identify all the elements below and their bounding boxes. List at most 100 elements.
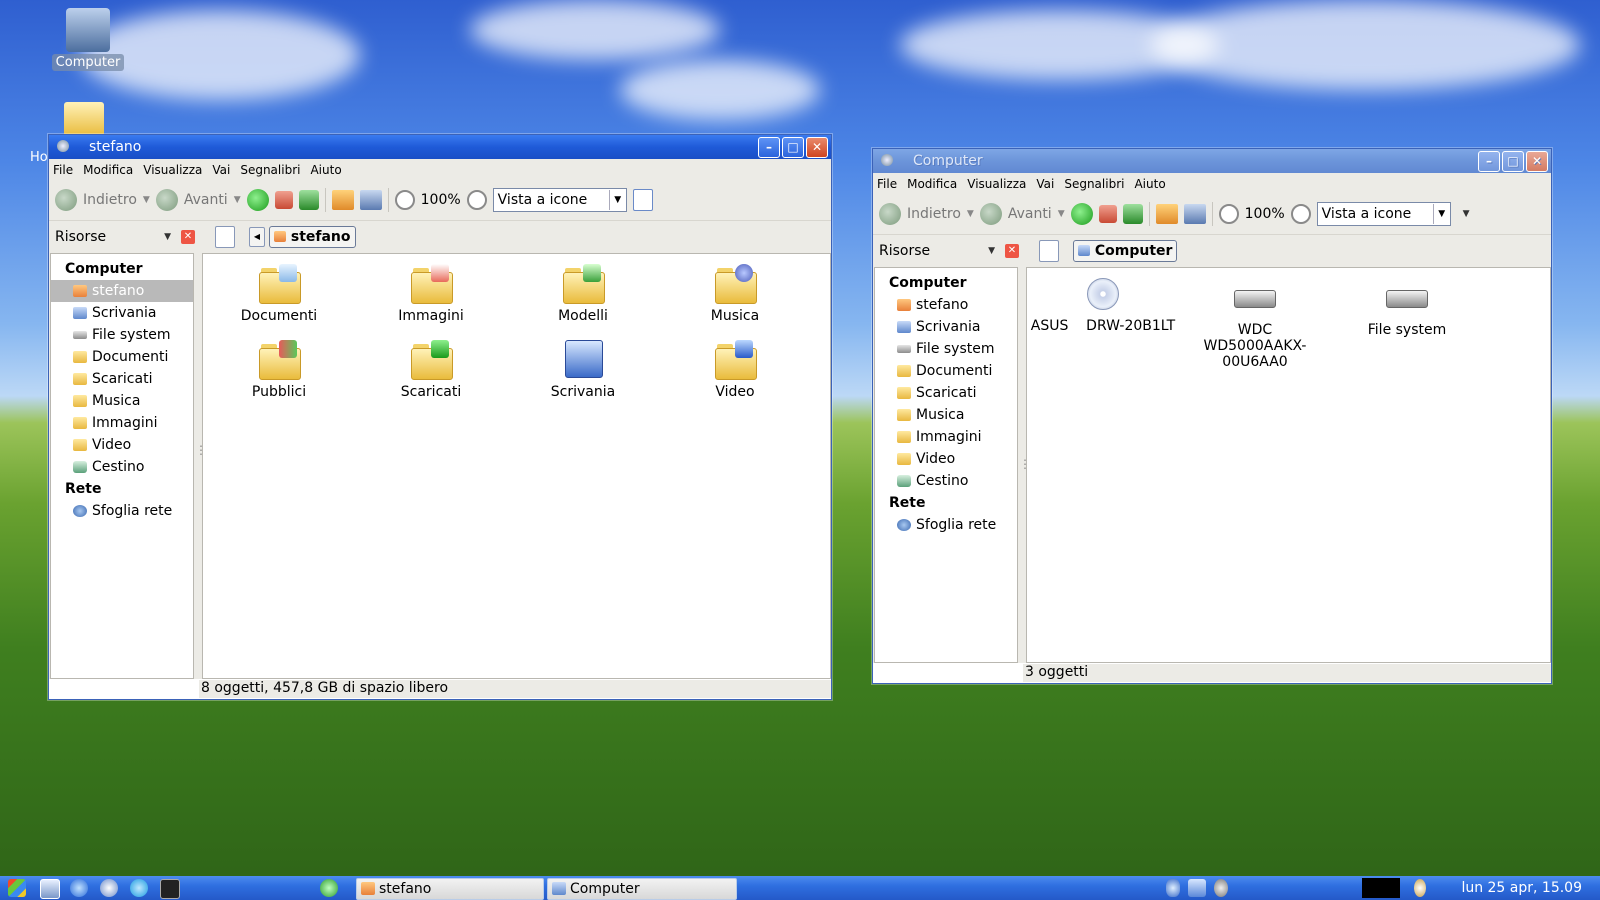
stop-icon[interactable] (1098, 205, 1117, 223)
folder-item-pubblici[interactable]: Pubblici (203, 338, 355, 400)
menu-modifica[interactable]: Modifica (907, 177, 957, 191)
zoom-out-icon[interactable] (394, 190, 415, 210)
reload-icon[interactable] (1122, 204, 1143, 224)
sidebar-item-file-system[interactable]: File system (51, 324, 193, 346)
path-button-stefano[interactable]: stefano (269, 226, 356, 248)
menu-aiuto[interactable]: Aiuto (310, 163, 341, 177)
maximize-button[interactable]: □ (1502, 151, 1524, 172)
minimize-button[interactable]: – (1478, 151, 1500, 172)
minimize-button[interactable]: – (758, 137, 780, 158)
desktop-icon-computer[interactable]: Computer (48, 8, 128, 71)
menu-segnalibri[interactable]: Segnalibri (240, 163, 300, 177)
computer-icon[interactable] (1183, 204, 1206, 224)
pane-splitter[interactable] (1018, 267, 1031, 663)
sidebar-item-musica[interactable]: Musica (51, 390, 193, 412)
pane-splitter[interactable] (194, 253, 207, 679)
skype-icon[interactable] (130, 879, 148, 897)
sidebar-item-documenti[interactable]: Documenti (875, 360, 1017, 382)
close-sidebar-icon[interactable]: ✕ (181, 230, 195, 244)
sidebar-item-scrivania[interactable]: Scrivania (875, 316, 1017, 338)
back-button[interactable]: Indietro (907, 206, 961, 222)
zoom-level[interactable]: 100% (421, 192, 461, 208)
folder-item-musica[interactable]: Musica (659, 262, 811, 324)
toggle-location-entry-icon[interactable] (215, 226, 235, 248)
maximize-button[interactable]: □ (782, 137, 804, 158)
browser-icon[interactable] (70, 879, 88, 897)
volume-icon[interactable] (1214, 879, 1228, 897)
back-arrow-icon[interactable] (55, 189, 77, 211)
up-arrow-icon[interactable] (246, 189, 269, 211)
menu-segnalibri[interactable]: Segnalibri (1064, 177, 1124, 191)
sidebar-item-stefano[interactable]: stefano (875, 294, 1017, 316)
menu-vai[interactable]: Vai (1036, 177, 1054, 191)
folder-item-scaricati[interactable]: Scaricati (355, 338, 507, 400)
close-button[interactable]: ✕ (806, 137, 828, 158)
folder-item-modelli[interactable]: Modelli (507, 262, 659, 324)
drive-item-file-system[interactable]: File system (1331, 276, 1483, 370)
close-sidebar-icon[interactable]: ✕ (1005, 244, 1019, 258)
system-monitor-graph[interactable] (1362, 878, 1400, 898)
sidebar-item-cestino[interactable]: Cestino (51, 456, 193, 478)
messenger-icon[interactable] (100, 879, 118, 897)
folder-item-immagini[interactable]: Immagini (355, 262, 507, 324)
sidebar-type-select[interactable]: Risorse ▼ ✕ (873, 243, 1025, 259)
folder-item-documenti[interactable]: Documenti (203, 262, 355, 324)
sidebar-item-stefano[interactable]: stefano (51, 280, 193, 302)
toggle-location-entry-icon[interactable] (1039, 240, 1059, 262)
forward-button[interactable]: Avanti (1008, 206, 1052, 222)
sidebar-item-documenti[interactable]: Documenti (51, 346, 193, 368)
up-arrow-icon[interactable] (1070, 203, 1093, 225)
back-arrow-icon[interactable] (879, 203, 901, 225)
show-desktop-icon[interactable] (40, 879, 60, 899)
folder-item-scrivania[interactable]: Scrivania (507, 338, 659, 400)
zoom-out-icon[interactable] (1218, 204, 1239, 224)
sidebar-item-immagini[interactable]: Immagini (51, 412, 193, 434)
computer-icon[interactable] (359, 190, 382, 210)
title-bar[interactable]: Computer – □ ✕ (873, 149, 1551, 173)
sync-icon[interactable] (320, 879, 338, 897)
zoom-in-icon[interactable] (1290, 204, 1311, 224)
path-left-arrow-icon[interactable]: ◀ (249, 227, 265, 247)
back-button[interactable]: Indietro (83, 192, 137, 208)
start-menu-icon[interactable] (8, 879, 26, 897)
network-icon[interactable] (1188, 879, 1206, 897)
title-bar[interactable]: stefano – □ ✕ (49, 135, 831, 159)
view-mode-select[interactable]: Vista a icone ▼ (492, 188, 627, 212)
forward-arrow-icon[interactable] (155, 189, 178, 211)
sidebar-item-sfoglia-rete[interactable]: Sfoglia rete (51, 500, 193, 522)
terminal-icon[interactable] (160, 879, 180, 899)
sidebar-item-video[interactable]: Video (875, 448, 1017, 470)
window-menu-icon[interactable] (881, 154, 893, 166)
task-button-computer[interactable]: Computer (547, 878, 737, 900)
sidebar-item-sfoglia-rete[interactable]: Sfoglia rete (875, 514, 1017, 536)
stop-icon[interactable] (274, 191, 293, 209)
clock[interactable]: lun 25 apr, 15.09 (1461, 876, 1582, 900)
close-button[interactable]: ✕ (1526, 151, 1548, 172)
window-menu-icon[interactable] (57, 140, 69, 152)
sidebar-item-scaricati[interactable]: Scaricati (875, 382, 1017, 404)
sidebar-item-file-system[interactable]: File system (875, 338, 1017, 360)
path-button-computer[interactable]: Computer (1073, 240, 1178, 262)
sidebar-item-scrivania[interactable]: Scrivania (51, 302, 193, 324)
sidebar-item-musica[interactable]: Musica (875, 404, 1017, 426)
zoom-level[interactable]: 100% (1245, 206, 1285, 222)
view-mode-select[interactable]: Vista a icone ▼ (1316, 202, 1451, 226)
sidebar-item-cestino[interactable]: Cestino (875, 470, 1017, 492)
menu-file[interactable]: File (53, 163, 73, 177)
bluetooth-icon[interactable] (1166, 879, 1180, 897)
menu-file[interactable]: File (877, 177, 897, 191)
weather-icon[interactable] (1414, 879, 1426, 897)
menu-vai[interactable]: Vai (212, 163, 230, 177)
folder-item-video[interactable]: Video (659, 338, 811, 400)
sidebar-item-scaricati[interactable]: Scaricati (51, 368, 193, 390)
forward-button[interactable]: Avanti (184, 192, 228, 208)
sidebar-item-immagini[interactable]: Immagini (875, 426, 1017, 448)
home-icon[interactable] (331, 190, 354, 210)
forward-history-dropdown-icon[interactable]: ▼ (1058, 209, 1065, 219)
menu-visualizza[interactable]: Visualizza (143, 163, 202, 177)
back-history-dropdown-icon[interactable]: ▼ (967, 209, 974, 219)
zoom-in-icon[interactable] (466, 190, 487, 210)
sidebar-item-video[interactable]: Video (51, 434, 193, 456)
toolbar-overflow-icon[interactable]: ▼ (1463, 209, 1470, 219)
sidebar-type-select[interactable]: Risorse ▼ ✕ (49, 229, 201, 245)
